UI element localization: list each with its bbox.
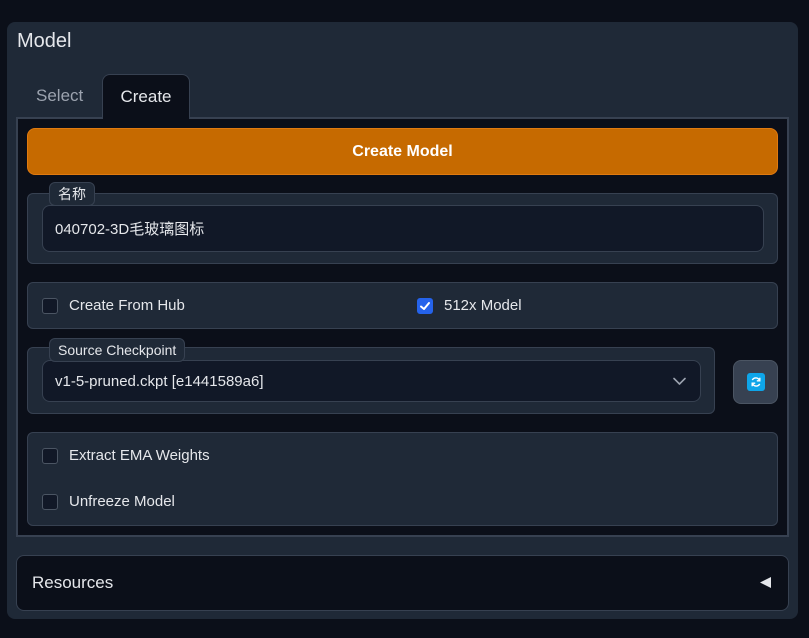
section-title: Model [17, 30, 72, 52]
extract-ema-label: Extract EMA Weights [69, 447, 210, 464]
create-model-button[interactable]: Create Model [27, 128, 778, 175]
tab-create[interactable]: Create [102, 74, 190, 119]
source-checkpoint-label: Source Checkpoint [49, 338, 186, 362]
resources-label: Resources [32, 573, 114, 592]
create-from-hub-label: Create From Hub [69, 297, 185, 314]
chevron-down-icon [673, 377, 686, 385]
triangle-left-icon [760, 577, 771, 588]
512x-model-label: 512x Model [444, 297, 522, 314]
resources-accordion[interactable]: Resources [16, 555, 789, 611]
checkmark-icon [420, 302, 430, 310]
create-from-hub-checkbox[interactable] [42, 298, 58, 314]
name-field-label: 名称 [49, 182, 95, 206]
unfreeze-model-label: Unfreeze Model [69, 493, 175, 510]
refresh-icon [746, 373, 765, 391]
refresh-button[interactable] [733, 360, 778, 404]
512x-model-checkbox[interactable] [417, 298, 433, 314]
tab-select[interactable]: Select [21, 74, 99, 118]
unfreeze-model-checkbox[interactable] [42, 494, 58, 510]
source-checkpoint-value: v1-5-pruned.ckpt [e1441589a6] [55, 372, 264, 390]
extract-ema-checkbox[interactable] [42, 448, 58, 464]
name-input[interactable]: 040702-3D毛玻璃图标 [42, 205, 764, 252]
source-checkpoint-dropdown[interactable]: v1-5-pruned.ckpt [e1441589a6] [42, 360, 701, 402]
